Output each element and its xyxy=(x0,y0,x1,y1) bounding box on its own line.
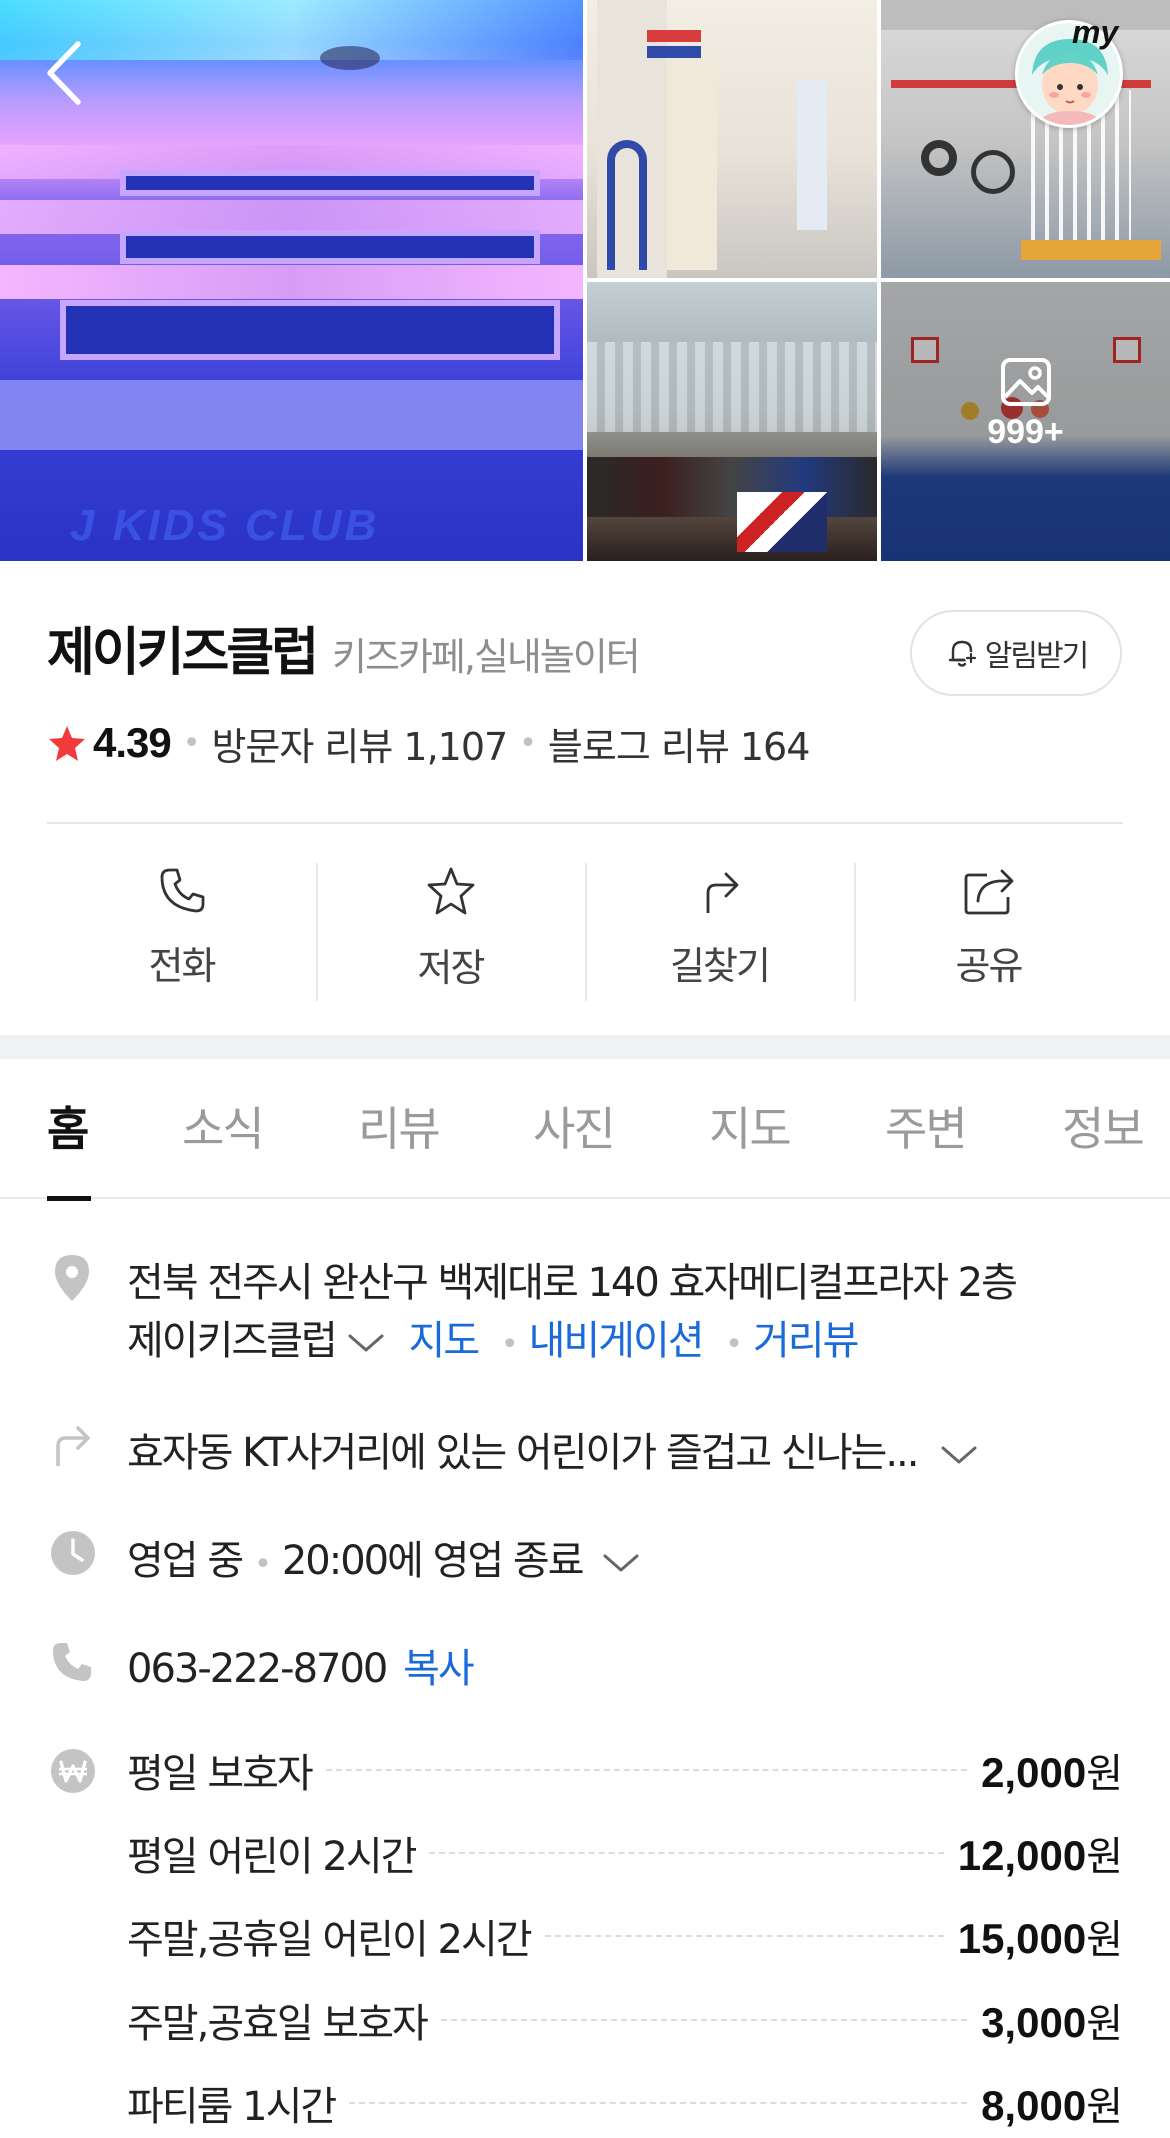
share-button[interactable]: 공유 xyxy=(854,845,1123,1005)
rating-score: 4.39 xyxy=(93,719,172,766)
visitor-review-count[interactable]: 방문자 리뷰 1,107 xyxy=(211,716,508,771)
bell-plus-icon xyxy=(948,640,977,667)
call-button[interactable]: 전화 xyxy=(47,845,316,1005)
directions-icon xyxy=(706,872,738,913)
call-label: 전화 xyxy=(148,944,217,988)
share-icon xyxy=(964,869,1013,915)
price-name: 평일 보호자 xyxy=(127,1751,314,1797)
price-value: 12,000 xyxy=(957,1832,1087,1879)
price-item: 평일 보호자 2,000원 xyxy=(127,1742,1123,1798)
photo-gallery: J KIDS CLUB 999+ xyxy=(0,0,1170,561)
chevron-down-icon[interactable] xyxy=(346,1331,386,1355)
price-unit: 원 xyxy=(1086,2001,1123,2047)
phone-number[interactable]: 063-222-8700 xyxy=(127,1646,388,1692)
price-item: 평일 어린이 2시간 12,000원 xyxy=(127,1825,1123,1881)
price-value: 8,000 xyxy=(981,2082,1087,2129)
chevron-down-icon xyxy=(603,1554,639,1572)
price-item: 주말,공휴일 어린이 2시간 15,000원 xyxy=(127,1908,1123,1964)
section-divider xyxy=(0,1035,1170,1059)
directions-button[interactable]: 길찾기 xyxy=(585,845,854,1005)
dotted-leader xyxy=(349,2102,968,2104)
price-unit: 원 xyxy=(1086,1834,1123,1880)
price-value: 2,000 xyxy=(981,1749,1087,1796)
divider xyxy=(47,822,1123,824)
rating-row: 4.39 • 방문자 리뷰 1,107 • 블로그 리뷰 164 xyxy=(47,715,810,771)
separator-dot: • xyxy=(725,1327,743,1362)
directions-description: 효자동 KT사거리에 있는 어린이가 즐겁고 신나는... xyxy=(127,1430,919,1476)
price-item: 주말,공효일 보호자 3,000원 xyxy=(127,1992,1123,2048)
star-filled-icon xyxy=(49,726,85,761)
address-building: 제이키즈클럽 xyxy=(127,1318,338,1364)
place-category: 키즈카페,실내놀이터 xyxy=(332,635,641,679)
my-label: my xyxy=(1072,14,1119,50)
phone-icon xyxy=(53,1643,91,1681)
tab-reviews[interactable]: 리뷰 xyxy=(358,1093,441,1159)
tab-photos[interactable]: 사진 xyxy=(533,1093,616,1159)
address-line: 전북 전주시 완산구 백제대로 140 효자메디컬프라자 2층 xyxy=(127,1260,1018,1306)
more-photos-thumbnail[interactable]: 999+ xyxy=(881,282,1170,561)
separator-dot: • xyxy=(519,725,537,761)
directions-arrow-icon xyxy=(56,1426,90,1466)
business-hours-row[interactable]: 영업 중 • 20:00에 영업 종료 xyxy=(127,1528,641,1586)
active-tab-indicator xyxy=(47,1196,91,1201)
price-name: 평일 어린이 2시간 xyxy=(127,1834,417,1880)
tab-home[interactable]: 홈 xyxy=(47,1093,89,1159)
price-unit: 원 xyxy=(1086,1751,1123,1797)
navigation-link[interactable]: 내비게이션 xyxy=(529,1318,705,1364)
location-pin-icon xyxy=(55,1255,89,1301)
dotted-leader xyxy=(429,1852,944,1854)
action-bar: 전화 저장 길찾기 공유 xyxy=(47,845,1123,1005)
place-header: 제이키즈클럽 키즈카페,실내놀이터 xyxy=(47,610,641,683)
star-icon xyxy=(427,867,474,915)
main-photo-watermark: J KIDS CLUB xyxy=(70,501,380,550)
separator-dot: • xyxy=(182,725,201,761)
phone-row: 063-222-8700 복사 xyxy=(127,1636,475,1694)
price-item: 파티룸 1시간 8,000원 xyxy=(127,2075,1123,2131)
clock-icon xyxy=(51,1531,95,1575)
price-unit: 원 xyxy=(1086,1917,1123,1963)
separator-dot: • xyxy=(500,1327,519,1362)
image-icon xyxy=(1000,358,1051,406)
phone-icon xyxy=(160,868,204,913)
photo-thumbnail[interactable] xyxy=(587,0,877,278)
closing-time: 20:00에 영업 종료 xyxy=(281,1538,585,1584)
tab-bar: 홈 소식 리뷰 사진 지도 주변 정보 xyxy=(0,1059,1170,1199)
chevron-left-icon xyxy=(47,41,81,105)
notification-label: 알림받기 xyxy=(984,639,1089,674)
place-name: 제이키즈클럽 xyxy=(47,623,319,683)
back-button[interactable] xyxy=(40,38,94,108)
map-link[interactable]: 지도 xyxy=(409,1318,481,1364)
separator-dot: • xyxy=(254,1547,272,1582)
blog-review-count[interactable]: 블로그 리뷰 164 xyxy=(548,716,810,771)
notification-button[interactable]: 알림받기 xyxy=(910,610,1122,696)
directions-description-row[interactable]: 효자동 KT사거리에 있는 어린이가 즐겁고 신나는... xyxy=(127,1420,979,1478)
more-photos-overlay: 999+ xyxy=(881,357,1170,452)
price-value: 3,000 xyxy=(981,1999,1087,2046)
price-value: 15,000 xyxy=(957,1915,1087,1962)
tab-info[interactable]: 정보 xyxy=(1062,1093,1145,1159)
tab-news[interactable]: 소식 xyxy=(182,1093,265,1159)
streetview-link[interactable]: 거리뷰 xyxy=(753,1318,859,1364)
address-detail-row: 제이키즈클럽 지도 • 내비게이션 • 거리뷰 xyxy=(127,1308,859,1366)
price-name: 파티룸 1시간 xyxy=(127,2084,337,2130)
dotted-leader xyxy=(440,2019,968,2021)
dotted-leader xyxy=(325,1769,968,1771)
tab-nearby[interactable]: 주변 xyxy=(885,1093,968,1159)
save-label: 저장 xyxy=(417,946,486,990)
price-unit: 원 xyxy=(1086,2084,1123,2130)
price-name: 주말,공휴일 어린이 2시간 xyxy=(127,1917,533,1963)
open-status: 영업 중 xyxy=(127,1538,244,1584)
won-currency-icon xyxy=(51,1749,95,1793)
directions-label: 길찾기 xyxy=(670,944,771,988)
save-button[interactable]: 저장 xyxy=(316,845,585,1005)
share-label: 공유 xyxy=(955,944,1024,988)
price-name: 주말,공효일 보호자 xyxy=(127,2001,429,2047)
dotted-leader xyxy=(544,1935,944,1937)
more-photos-count: 999+ xyxy=(987,413,1064,451)
tab-map[interactable]: 지도 xyxy=(709,1093,792,1159)
photo-thumbnail[interactable] xyxy=(587,282,877,561)
copy-phone-button[interactable]: 복사 xyxy=(403,1646,475,1692)
chevron-down-icon xyxy=(941,1446,977,1464)
